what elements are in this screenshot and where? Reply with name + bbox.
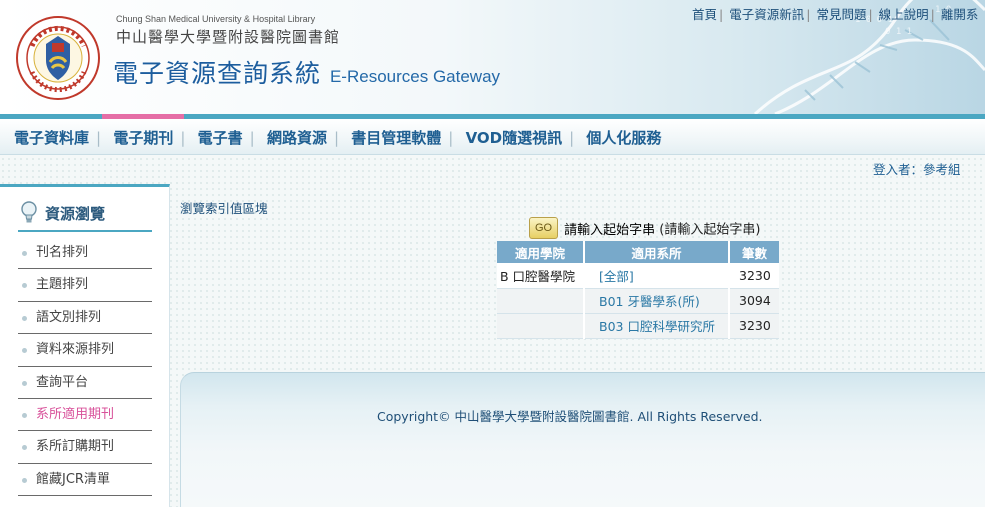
sidebar-item-dept-journals[interactable]: 系所適用期刊	[18, 399, 152, 432]
main-nav: 電子資料庫 | 電子期刊 | 電子書 | 網路資源 | 書目管理軟體 | VOD隨選視訊 |…	[0, 114, 985, 155]
top-link-help[interactable]: 線上說明	[879, 7, 929, 22]
sidebar-item-label: 語文別排列	[36, 309, 102, 325]
start-string-row: GO 請輸入起始字串 (請輸入起始字串)	[529, 217, 760, 239]
sidebar-item-label: 系所訂購期刊	[36, 439, 115, 455]
table-row: B03 口腔科學研究所 3230	[497, 313, 779, 339]
sidebar-item-label: 刊名排列	[36, 245, 89, 260]
top-link-home[interactable]: 首頁	[692, 7, 717, 22]
table-row: B 口腔醫學院 [全部] 3230	[497, 263, 779, 289]
sidebar-item-label: 主題排列	[36, 277, 89, 293]
table-row: B01 牙醫學系(所) 3094	[497, 288, 779, 314]
bullet-icon	[22, 348, 27, 354]
cell-count: 3230	[729, 263, 779, 289]
sidebar-title: 資源瀏覽	[45, 205, 106, 223]
cell-school	[497, 313, 585, 339]
nav-item-ejournals[interactable]: 電子期刊	[113, 129, 173, 147]
bullet-icon	[22, 283, 27, 289]
footer: Copyright© 中山醫學大學暨附設醫院圖書館. All Rights Re…	[180, 372, 985, 507]
top-link-exit[interactable]: 離開系	[941, 7, 979, 22]
bullet-icon	[22, 445, 27, 451]
bullet-icon	[22, 315, 27, 321]
nav-active-indicator	[102, 114, 184, 119]
university-logo	[16, 16, 100, 100]
sidebar: 資源瀏覽 刊名排列 主題排列 語文別排列 資料來源排列 查詢平台 系所適用期刊 …	[0, 184, 170, 507]
sidebar-header: 資源瀏覽	[18, 200, 152, 232]
bullet-icon	[22, 477, 27, 483]
column-header-count: 筆數	[729, 241, 779, 263]
library-name-zh: 中山醫學大學暨附設醫院圖書館	[116, 28, 341, 46]
lightbulb-icon	[21, 201, 37, 223]
results-table: 適用學院 適用系所 筆數 B 口腔醫學院 [全部] 3230 B01 牙醫學系(…	[497, 241, 779, 339]
sidebar-item-jcr-list[interactable]: 館藏JCR清單	[18, 464, 152, 497]
nav-item-databases[interactable]: 電子資料庫	[14, 129, 89, 147]
table-header-row: 適用學院 適用系所 筆數	[497, 241, 779, 263]
cell-department-link[interactable]: [全部]	[584, 263, 730, 289]
nav-item-web-resources[interactable]: 網路資源	[267, 129, 327, 147]
sidebar-item-label: 系所適用期刊	[36, 406, 115, 422]
system-title-en: E-Resources Gateway	[329, 67, 501, 86]
top-link-faq[interactable]: 常見問題	[816, 7, 866, 22]
sidebar-item-label: 查詢平台	[36, 374, 89, 390]
cell-department-link[interactable]: B03 口腔科學研究所	[584, 313, 730, 339]
start-string-input[interactable]: 請輸入起始字串	[564, 223, 655, 238]
cell-count: 3094	[729, 288, 779, 314]
start-string-hint: (請輸入起始字串)	[659, 222, 761, 238]
nav-item-vod[interactable]: VOD隨選視訊	[466, 129, 563, 147]
nav-item-bibliography-software[interactable]: 書目管理軟體	[351, 129, 441, 147]
sidebar-item-title-order[interactable]: 刊名排列	[18, 237, 152, 270]
login-status: 登入者：參考組	[873, 162, 961, 177]
cell-school	[497, 288, 585, 314]
system-title-zh: 電子資源查詢系統	[113, 59, 322, 88]
sidebar-item-dept-subscriptions[interactable]: 系所訂購期刊	[18, 431, 152, 464]
nav-item-ebooks[interactable]: 電子書	[198, 129, 243, 147]
top-links: 首頁 | 電子資源新訊 | 常見問題 | 線上說明 | 離開系	[692, 7, 979, 22]
sidebar-item-label: 資料來源排列	[36, 342, 115, 358]
svg-text:0 1 1: 0 1 1	[885, 27, 912, 37]
bullet-icon	[22, 380, 27, 386]
top-link-news[interactable]: 電子資源新訊	[729, 7, 804, 22]
nav-item-personal-service[interactable]: 個人化服務	[586, 129, 661, 147]
sidebar-item-label: 館藏JCR清單	[36, 471, 110, 487]
sidebar-list: 刊名排列 主題排列 語文別排列 資料來源排列 查詢平台 系所適用期刊 系所訂購期…	[18, 237, 152, 497]
sidebar-item-language-order[interactable]: 語文別排列	[18, 302, 152, 335]
bullet-icon	[22, 251, 27, 256]
cell-count: 3230	[729, 313, 779, 339]
sidebar-item-platform[interactable]: 查詢平台	[18, 367, 152, 399]
cell-department-link[interactable]: B01 牙醫學系(所)	[584, 288, 730, 314]
system-title: 電子資源查詢系統 E-Resources Gateway	[113, 54, 500, 90]
breadcrumb: 瀏覽索引值區塊	[180, 201, 268, 216]
go-button[interactable]: GO	[529, 217, 558, 239]
sidebar-item-source-order[interactable]: 資料來源排列	[18, 334, 152, 367]
library-name-en: Chung Shan Medical University & Hospital…	[116, 14, 316, 24]
cell-school: B 口腔醫學院	[497, 263, 585, 289]
header: 1 0 0 10 1 1 1 0 Chung Shan Medical Univ…	[0, 0, 985, 114]
copyright-text: Copyright© 中山醫學大學暨附設醫院圖書館. All Rights Re…	[377, 409, 763, 424]
sidebar-item-subject-order[interactable]: 主題排列	[18, 269, 152, 302]
column-header-school: 適用學院	[497, 241, 585, 263]
bullet-icon	[22, 412, 27, 418]
column-header-department: 適用系所	[584, 241, 730, 263]
